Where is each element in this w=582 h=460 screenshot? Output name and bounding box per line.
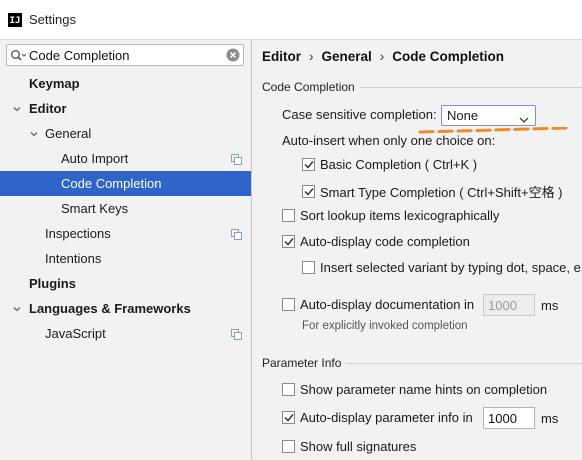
smart-type-completion-checkbox[interactable]	[302, 185, 315, 198]
chevron-down-icon[interactable]	[11, 303, 23, 315]
sidebar-item-code-completion[interactable]: Code Completion	[0, 171, 251, 196]
auto-display-param-label: Auto-display parameter info in	[300, 410, 473, 425]
sidebar-item-editor[interactable]: Editor	[0, 96, 251, 121]
documentation-hint: For explicitly invoked completion	[302, 320, 468, 332]
settings-search-box[interactable]	[6, 44, 244, 66]
project-settings-icon	[231, 153, 242, 165]
sort-lookup-label: Sort lookup items lexicographically	[300, 208, 500, 223]
sort-lookup-option[interactable]: Sort lookup items lexicographically	[282, 208, 499, 223]
window-title: Settings	[29, 12, 76, 27]
section-title-code-completion: Code Completion	[262, 80, 355, 94]
documentation-delay-input[interactable]: 1000	[483, 294, 535, 316]
param-delay-input[interactable]: 1000	[483, 407, 535, 429]
case-sensitive-label: Case sensitive completion:	[282, 107, 437, 122]
sidebar-item-label: JavaScript	[45, 326, 106, 341]
auto-insert-label-text: Auto-insert when only one choice on:	[282, 133, 496, 148]
settings-content-panel: Editor › General › Code Completion Code …	[253, 40, 582, 460]
show-hints-label: Show parameter name hints on completion	[300, 382, 548, 397]
clear-search-icon[interactable]	[223, 48, 243, 62]
sidebar-item-label: Code Completion	[61, 176, 162, 191]
case-sensitive-select[interactable]: None	[441, 105, 536, 126]
show-hints-checkbox[interactable]	[282, 383, 295, 396]
section-title-parameter-info: Parameter Info	[262, 356, 342, 370]
auto-display-completion-checkbox[interactable]	[282, 235, 295, 248]
breadcrumb-separator: ›	[309, 48, 314, 64]
basic-completion-label: Basic Completion ( Ctrl+K )	[320, 157, 478, 172]
smart-type-completion-label: Smart Type Completion ( Ctrl+Shift+空格 )	[320, 185, 563, 200]
insert-selected-variant-label: Insert selected variant by typing dot, s…	[320, 260, 581, 275]
auto-display-param-checkbox[interactable]	[282, 411, 295, 424]
show-full-signatures-option[interactable]: Show full signatures	[282, 439, 416, 454]
intellij-logo-icon: IJ	[8, 12, 22, 27]
param-unit: ms	[541, 411, 559, 426]
auto-display-documentation-label: Auto-display documentation in	[300, 297, 475, 312]
insert-selected-variant-checkbox[interactable]	[302, 261, 315, 274]
breadcrumb: Editor › General › Code Completion	[262, 47, 504, 65]
case-sensitive-select-value: None	[447, 108, 479, 123]
project-settings-icon	[231, 328, 242, 340]
auto-display-documentation-option[interactable]: Auto-display documentation in	[282, 297, 474, 312]
window-titlebar: IJ Settings	[0, 0, 582, 40]
sidebar-item-inspections[interactable]: Inspections	[0, 221, 251, 246]
search-icon[interactable]	[7, 49, 29, 62]
auto-display-documentation-checkbox[interactable]	[282, 298, 295, 311]
sidebar-item-keymap[interactable]: Keymap	[0, 71, 251, 96]
sort-lookup-checkbox[interactable]	[282, 209, 295, 222]
sidebar-item-intentions[interactable]: Intentions	[0, 246, 251, 271]
show-full-signatures-checkbox[interactable]	[282, 440, 295, 453]
sidebar-item-smart-keys[interactable]: Smart Keys	[0, 196, 251, 221]
section-divider	[346, 363, 582, 364]
settings-sidebar: Keymap Editor General Auto Import Code C…	[0, 40, 252, 460]
chevron-down-icon[interactable]	[11, 103, 23, 115]
breadcrumb-item[interactable]: Editor	[262, 49, 301, 64]
smart-type-completion-option[interactable]: Smart Type Completion ( Ctrl+Shift+空格 )	[302, 182, 563, 201]
breadcrumb-item[interactable]: General	[322, 49, 372, 64]
breadcrumb-separator: ›	[379, 48, 385, 64]
auto-insert-label: Auto-insert when only one choice on:	[282, 133, 495, 148]
documentation-unit: ms	[541, 298, 559, 313]
auto-display-completion-option[interactable]: Auto-display code completion	[282, 234, 470, 249]
chevron-down-icon[interactable]	[28, 128, 40, 140]
sidebar-item-label: Plugins	[29, 276, 76, 291]
sidebar-item-label: Inspections	[45, 226, 111, 241]
sidebar-item-plugins[interactable]: Plugins	[0, 271, 251, 296]
sidebar-item-auto-import[interactable]: Auto Import	[0, 146, 251, 171]
project-settings-icon	[231, 228, 242, 240]
breadcrumb-item-current: Code Completion	[392, 48, 505, 64]
case-sensitive-label-text: Case sensitive completion:	[282, 107, 437, 122]
show-full-signatures-label: Show full signatures	[300, 439, 417, 454]
sidebar-item-languages-frameworks[interactable]: Languages & Frameworks	[0, 296, 251, 321]
auto-display-completion-label: Auto-display code completion	[300, 234, 470, 249]
sidebar-item-label: Auto Import	[61, 151, 129, 166]
sidebar-item-label: Editor	[29, 101, 67, 116]
insert-selected-variant-option[interactable]: Insert selected variant by typing dot, s…	[302, 260, 581, 275]
sidebar-item-label: General	[45, 126, 92, 141]
sidebar-item-label: Smart Keys	[61, 201, 129, 216]
chevron-down-icon	[519, 112, 529, 127]
show-hints-option[interactable]: Show parameter name hints on completion	[282, 382, 547, 397]
basic-completion-checkbox[interactable]	[302, 158, 315, 171]
auto-display-param-option[interactable]: Auto-display parameter info in	[282, 410, 473, 425]
section-divider	[360, 87, 582, 88]
basic-completion-option[interactable]: Basic Completion ( Ctrl+K )	[302, 157, 477, 172]
sidebar-item-label: Intentions	[45, 251, 102, 266]
settings-search-input[interactable]	[29, 46, 223, 64]
sidebar-item-label: Keymap	[29, 76, 80, 91]
sidebar-item-javascript[interactable]: JavaScript	[0, 321, 251, 346]
sidebar-item-label: Languages & Frameworks	[29, 301, 191, 316]
sidebar-item-general[interactable]: General	[0, 121, 251, 146]
